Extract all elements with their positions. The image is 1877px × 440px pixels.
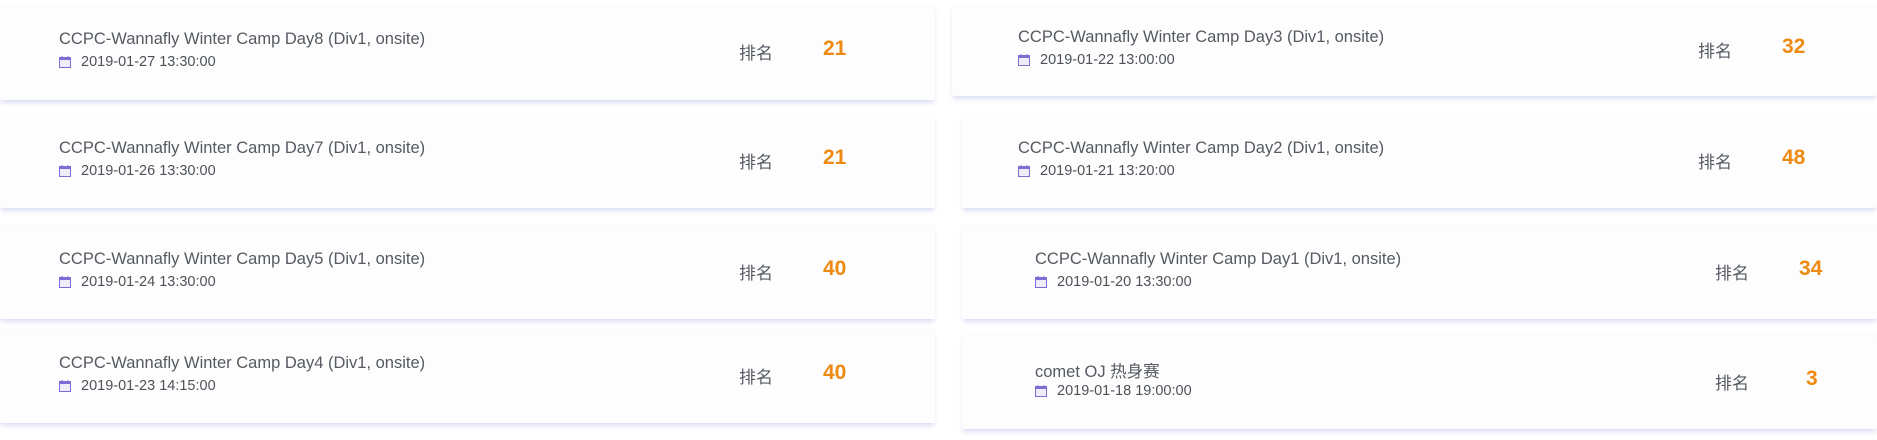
contest-card[interactable]: comet OJ 热身赛 2019-01-18 19:00:00 排名 3: [962, 335, 1877, 429]
contest-title[interactable]: CCPC-Wannafly Winter Camp Day4 (Div1, on…: [59, 354, 425, 373]
contest-title[interactable]: CCPC-Wannafly Winter Camp Day8 (Div1, on…: [59, 30, 425, 49]
rank-value: 34: [1799, 257, 1823, 280]
calendar-icon: [1035, 385, 1047, 397]
contest-title[interactable]: CCPC-Wannafly Winter Camp Day2 (Div1, on…: [1018, 139, 1384, 158]
contest-date: 2019-01-27 13:30:00: [59, 54, 216, 70]
rank-value: 48: [1782, 146, 1806, 169]
rank-label: 排名: [739, 153, 773, 172]
rank-label: 排名: [739, 368, 773, 387]
calendar-icon: [1018, 165, 1030, 177]
rank-value: 40: [823, 257, 847, 280]
contest-title[interactable]: CCPC-Wannafly Winter Camp Day3 (Div1, on…: [1018, 28, 1384, 47]
contest-date-text: 2019-01-21 13:20:00: [1040, 163, 1175, 179]
contest-title[interactable]: CCPC-Wannafly Winter Camp Day5 (Div1, on…: [59, 250, 425, 269]
contest-date-text: 2019-01-23 14:15:00: [81, 378, 216, 394]
contest-date-text: 2019-01-26 13:30:00: [81, 163, 216, 179]
rank-value: 32: [1782, 35, 1806, 58]
rank-value: 21: [823, 37, 847, 60]
calendar-icon: [59, 276, 71, 288]
calendar-icon: [1035, 276, 1047, 288]
contest-card[interactable]: CCPC-Wannafly Winter Camp Day5 (Div1, on…: [0, 225, 935, 319]
contest-date-text: 2019-01-22 13:00:00: [1040, 52, 1175, 68]
rank-label: 排名: [739, 44, 773, 63]
rank-value: 21: [823, 146, 847, 169]
contest-card[interactable]: CCPC-Wannafly Winter Camp Day4 (Div1, on…: [0, 329, 935, 423]
contest-card[interactable]: CCPC-Wannafly Winter Camp Day2 (Div1, on…: [962, 114, 1877, 208]
calendar-icon: [59, 165, 71, 177]
contest-date-text: 2019-01-27 13:30:00: [81, 54, 216, 70]
rank-value: 40: [823, 361, 847, 384]
contest-title[interactable]: comet OJ 热身赛: [1035, 358, 1160, 382]
contest-date-text: 2019-01-24 13:30:00: [81, 274, 216, 290]
calendar-icon: [1018, 54, 1030, 66]
rank-value: 3: [1806, 367, 1818, 390]
rank-label: 排名: [739, 264, 773, 283]
contest-date-text: 2019-01-18 19:00:00: [1057, 383, 1192, 399]
contest-date: 2019-01-26 13:30:00: [59, 163, 216, 179]
contest-date: 2019-01-18 19:00:00: [1035, 383, 1192, 399]
calendar-icon: [59, 56, 71, 68]
contest-card[interactable]: CCPC-Wannafly Winter Camp Day7 (Div1, on…: [0, 114, 935, 208]
contest-date-text: 2019-01-20 13:30:00: [1057, 274, 1192, 290]
contest-title[interactable]: CCPC-Wannafly Winter Camp Day7 (Div1, on…: [59, 139, 425, 158]
contest-title[interactable]: CCPC-Wannafly Winter Camp Day1 (Div1, on…: [1035, 250, 1401, 269]
rank-label: 排名: [1698, 42, 1732, 61]
contest-date: 2019-01-21 13:20:00: [1018, 163, 1175, 179]
rank-label: 排名: [1715, 374, 1749, 393]
rank-label: 排名: [1715, 264, 1749, 283]
contest-date: 2019-01-22 13:00:00: [1018, 52, 1175, 68]
contest-date: 2019-01-23 14:15:00: [59, 378, 216, 394]
contest-card[interactable]: CCPC-Wannafly Winter Camp Day8 (Div1, on…: [0, 6, 935, 100]
contest-date: 2019-01-24 13:30:00: [59, 274, 216, 290]
contest-date: 2019-01-20 13:30:00: [1035, 274, 1192, 290]
rank-label: 排名: [1698, 153, 1732, 172]
contest-card[interactable]: CCPC-Wannafly Winter Camp Day1 (Div1, on…: [962, 225, 1877, 319]
calendar-icon: [59, 380, 71, 392]
contest-card[interactable]: CCPC-Wannafly Winter Camp Day3 (Div1, on…: [952, 4, 1877, 96]
